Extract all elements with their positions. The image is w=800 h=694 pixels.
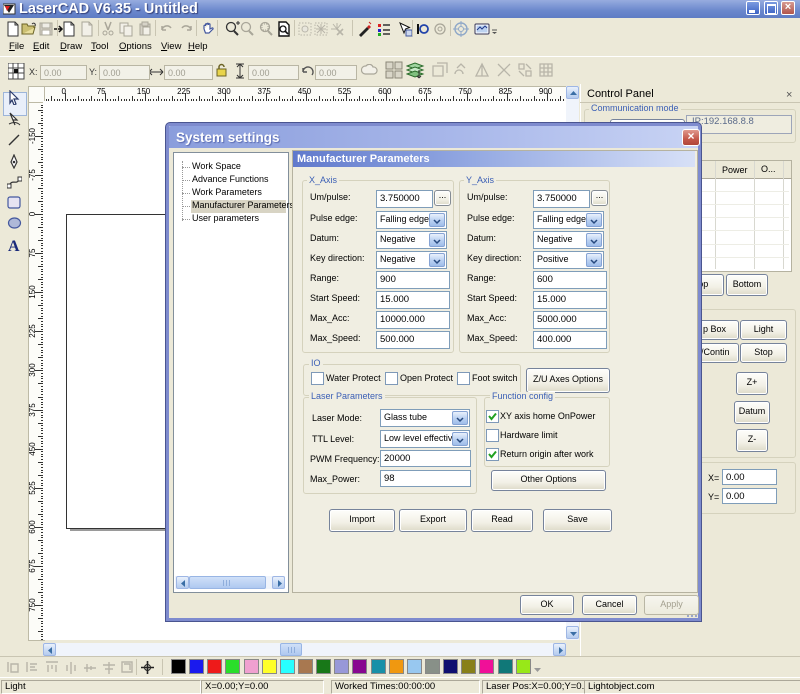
svg-text:A: A [8,238,20,252]
